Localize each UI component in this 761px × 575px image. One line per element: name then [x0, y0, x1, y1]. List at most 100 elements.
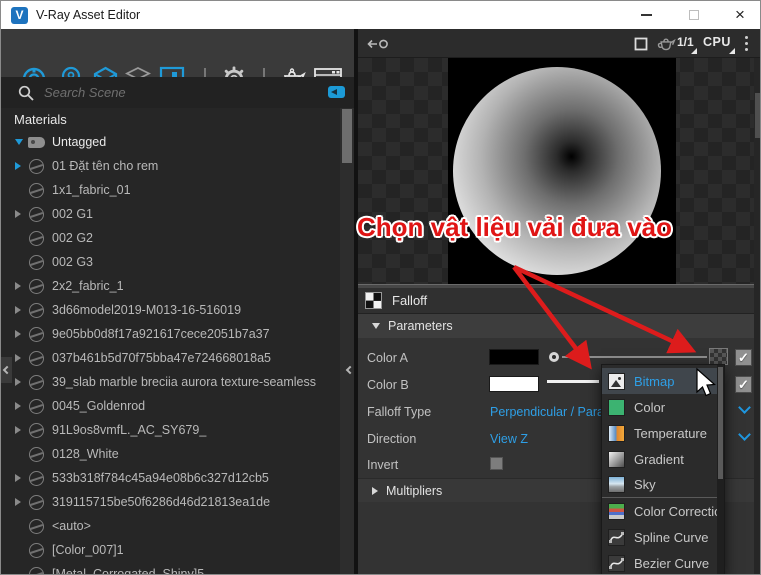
material-list-item[interactable]: <auto> — [1, 514, 354, 538]
color-a-swatch[interactable] — [489, 349, 539, 365]
sphere-icon — [29, 470, 44, 486]
search-bar — [1, 77, 354, 108]
expand-arrow-icon[interactable] — [15, 162, 25, 170]
close-button[interactable]: × — [723, 1, 757, 28]
region-render-icon[interactable] — [634, 37, 648, 51]
expand-arrow-icon[interactable] — [15, 498, 25, 506]
menu-scrollbar-thumb[interactable] — [718, 367, 723, 479]
material-list-item[interactable]: 037b461b5d70f75bba47e724668018a5 — [1, 346, 354, 370]
falloff-type-value[interactable]: Perpendicular / Paral — [490, 405, 607, 419]
material-list-item[interactable]: 0045_Goldenrod — [1, 394, 354, 418]
texture-type-menu-item[interactable]: Spline Curve — [602, 524, 724, 550]
search-input[interactable] — [42, 84, 292, 101]
texture-type-menu-item[interactable]: Bezier Curve — [602, 550, 724, 574]
bitmap-icon — [608, 372, 625, 390]
material-label: 002 G2 — [52, 231, 94, 245]
expand-arrow-icon[interactable] — [15, 330, 25, 338]
falloff-title: Falloff — [392, 293, 428, 308]
color-b-slider-track[interactable] — [547, 380, 599, 383]
texture-type-menu-item[interactable]: Color Correction — [602, 498, 724, 524]
resolution-ratio-button[interactable]: 1/1 — [677, 35, 694, 49]
search-filter-toggle-icon[interactable] — [328, 86, 345, 98]
gradient-icon — [608, 450, 625, 468]
search-icon — [18, 85, 34, 101]
expand-arrow-icon[interactable] — [15, 402, 25, 410]
invert-checkbox[interactable] — [490, 457, 503, 470]
direction-value[interactable]: View Z — [490, 432, 528, 446]
expand-arrow-icon[interactable] — [15, 210, 25, 218]
texture-type-menu-item[interactable]: Color — [602, 394, 724, 420]
material-list-item[interactable]: 1x1_fabric_01 — [1, 178, 354, 202]
minimize-button[interactable] — [629, 1, 663, 28]
expand-arrow-icon[interactable] — [15, 306, 25, 314]
material-list-item[interactable]: [Metal_Corrogated_Shiny]5 — [1, 562, 354, 574]
bezier-curve-icon — [608, 554, 625, 572]
expand-arrow-icon[interactable] — [15, 426, 25, 434]
titlebar: V V-Ray Asset Editor × — [1, 1, 760, 29]
sphere-icon — [29, 254, 44, 270]
left-flyout-collapse-button[interactable] — [1, 357, 12, 383]
tag-icon — [28, 136, 45, 148]
color-a-checkbox[interactable]: ✓ — [735, 349, 752, 366]
color-b-label: Color B — [367, 378, 409, 392]
color-a-texture-slot-button[interactable] — [709, 348, 728, 365]
texture-type-menu-item[interactable]: Sky — [602, 472, 724, 498]
material-list-item[interactable]: 39_slab marble breciia aurora texture-se… — [1, 370, 354, 394]
texture-type-menu: Bitmap Color Temperature Gradient Sky Co… — [601, 364, 725, 574]
sphere-icon — [29, 422, 44, 438]
texture-type-menu-item[interactable]: Gradient — [602, 446, 724, 472]
sphere-icon — [29, 326, 44, 342]
color-correction-icon — [608, 502, 625, 520]
render-teapot-icon[interactable] — [656, 35, 676, 53]
texture-type-menu-item[interactable]: Temperature — [602, 420, 724, 446]
maximize-button[interactable] — [677, 1, 711, 28]
color-a-slider-handle[interactable] — [549, 352, 559, 362]
material-label: 01 Đặt tên cho rem — [52, 159, 159, 173]
chevron-left-icon — [2, 365, 11, 375]
color-b-checkbox[interactable]: ✓ — [735, 376, 752, 393]
materials-scrollbar-thumb[interactable] — [342, 109, 352, 163]
render-engine-button[interactable]: CPU — [703, 35, 731, 49]
parameters-label: Parameters — [388, 319, 453, 333]
kebab-menu-icon[interactable] — [745, 36, 748, 54]
expand-arrow-icon[interactable] — [15, 378, 25, 386]
texture-type-menu-item[interactable]: Bitmap — [602, 368, 724, 394]
expand-arrow-icon[interactable] — [15, 474, 25, 482]
material-list-item[interactable]: 2x2_fabric_1 — [1, 274, 354, 298]
falloff-type-label: Falloff Type — [367, 405, 432, 419]
material-list-item[interactable]: Untagged — [1, 130, 354, 154]
menu-item-label: Color — [634, 399, 666, 415]
material-label: 2x2_fabric_1 — [52, 279, 124, 293]
material-list-item[interactable]: 3d66model2019-M013-16-516019 — [1, 298, 354, 322]
sphere-icon — [29, 374, 44, 390]
temperature-icon — [608, 424, 625, 442]
material-list-item[interactable]: 0128_White — [1, 442, 354, 466]
color-b-swatch[interactable] — [489, 376, 539, 392]
material-list-item[interactable]: 533b318f784c45a94e08b6c327d12cb5 — [1, 466, 354, 490]
material-list-item[interactable]: 319115715be50f6286d46d21813ea1de — [1, 490, 354, 514]
material-list-item[interactable]: 9e05bb0d8f17a921617cece2051b7a37 — [1, 322, 354, 346]
maximize-icon — [689, 9, 699, 20]
material-list-item[interactable]: 002 G3 — [1, 250, 354, 274]
minimize-icon — [640, 13, 652, 16]
expand-arrow-icon[interactable] — [15, 354, 25, 362]
color-a-slider-track[interactable] — [562, 356, 707, 358]
menu-item-label: Gradient — [634, 451, 684, 467]
parameters-section-header[interactable]: Parameters — [358, 314, 754, 338]
expand-arrow-icon[interactable] — [15, 139, 25, 145]
material-list-item[interactable]: 01 Đặt tên cho rem — [1, 154, 354, 178]
preview-toolbar — [358, 29, 760, 58]
material-list-item[interactable]: 002 G1 — [1, 202, 354, 226]
sphere-icon — [29, 446, 44, 462]
expand-arrow-icon[interactable] — [15, 282, 25, 290]
right-panel-scrollbar-thumb[interactable] — [755, 93, 760, 138]
sphere-icon — [29, 158, 44, 174]
material-list-item[interactable]: 002 G2 — [1, 226, 354, 250]
material-list-item[interactable]: [Color_007]1 — [1, 538, 354, 562]
follow-selection-icon[interactable] — [367, 36, 389, 52]
material-label: 319115715be50f6286d46d21813ea1de — [52, 495, 271, 509]
material-label: 002 G1 — [52, 207, 94, 221]
material-list-item[interactable]: 91L9os8vmfL._AC_SY679_ — [1, 418, 354, 442]
material-label: 3d66model2019-M013-16-516019 — [52, 303, 242, 317]
materials-scrollbar[interactable] — [340, 108, 354, 574]
